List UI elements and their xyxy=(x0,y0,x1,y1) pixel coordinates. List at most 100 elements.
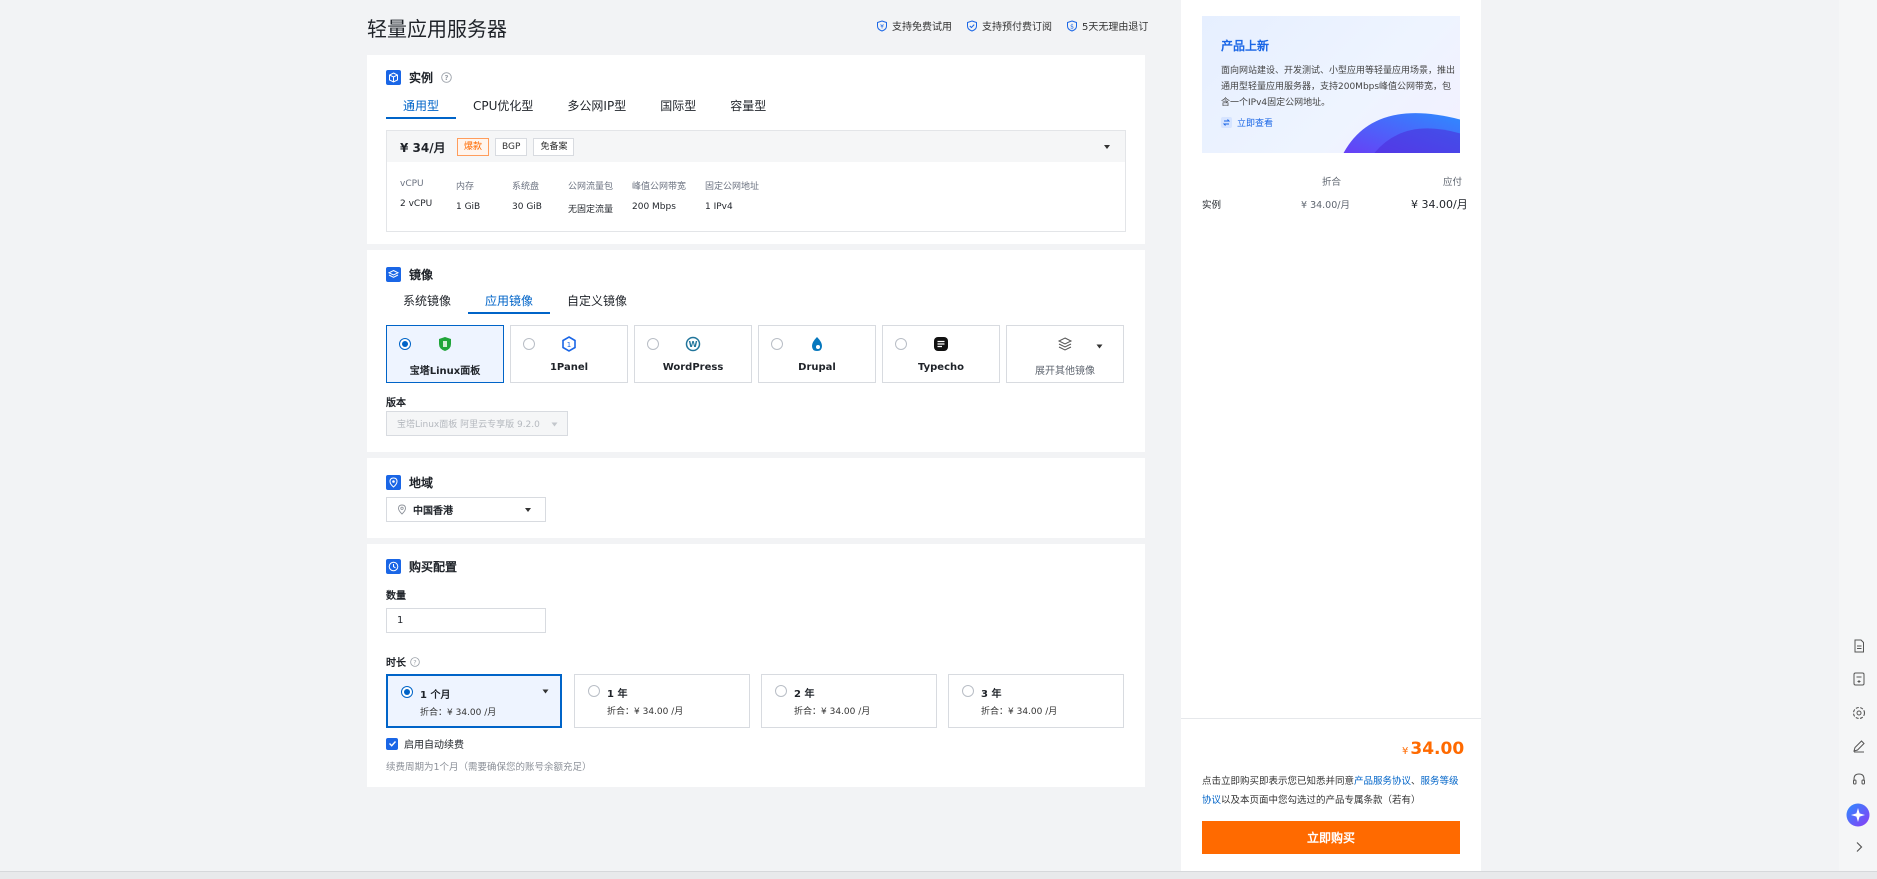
duration-1-month-price: 折合：¥ 34.00 /月 xyxy=(420,708,497,718)
page-title: 轻量应用服务器 xyxy=(367,17,507,41)
image-card-wordpress-label: WordPress xyxy=(662,362,724,373)
ai-assistant-icon[interactable] xyxy=(1846,803,1870,827)
caret-down-icon xyxy=(551,422,558,427)
quantity-value: 1 xyxy=(397,615,404,626)
typecho-logo-icon xyxy=(934,337,948,351)
plan-card[interactable]: ¥ 34/月 爆款 BGP 免备案 vCPU 2 vCPU 内存 1 GiB 系统盘… xyxy=(386,130,1126,232)
svg-text:1: 1 xyxy=(567,341,571,349)
tab-system-image[interactable]: 系统镜像 xyxy=(386,290,468,314)
radio-2-years[interactable] xyxy=(775,685,787,697)
radio-baota[interactable] xyxy=(399,338,411,350)
drupal-logo-icon xyxy=(812,337,822,351)
duration-2-years[interactable]: 2 年 折合：¥ 34.00 /月 xyxy=(761,674,937,728)
svg-text:?: ? xyxy=(413,659,416,666)
tab-capacity[interactable]: 容量型 xyxy=(713,95,783,119)
radio-1panel[interactable] xyxy=(523,338,535,350)
duration-3-years-label: 3 年 xyxy=(981,689,1002,700)
tab-custom-image[interactable]: 自定义镜像 xyxy=(550,290,644,314)
image-card-drupal[interactable]: Drupal xyxy=(758,325,876,383)
duration-1-year[interactable]: 1 年 折合：¥ 34.00 /月 xyxy=(574,674,750,728)
radio-typecho[interactable] xyxy=(895,338,907,350)
spec-memory: 内存 1 GiB xyxy=(456,182,481,212)
help-icon[interactable]: ? xyxy=(410,656,420,667)
svg-text:?: ? xyxy=(444,74,448,82)
horizontal-scrollbar[interactable] xyxy=(0,871,1877,879)
help-icon[interactable]: ? xyxy=(441,72,452,83)
radio-3-years[interactable] xyxy=(962,685,974,697)
quantity-label: 数量 xyxy=(386,591,406,602)
promo-decoration xyxy=(1343,113,1460,153)
radio-1-month[interactable] xyxy=(401,686,413,698)
summary-row-name: 实例 xyxy=(1202,200,1222,211)
promo-link[interactable]: 立即查看 xyxy=(1221,116,1273,129)
image-card-typecho[interactable]: Typecho xyxy=(882,325,1000,383)
caret-down-icon xyxy=(1096,344,1103,349)
image-card-baota-label: 宝塔Linux面板 xyxy=(409,366,481,377)
stack-icon xyxy=(1057,337,1073,351)
promo-banner[interactable]: 产品上新 面向网站建设、开发测试、小型应用等轻量应用场景，推出通用型轻量应用服务… xyxy=(1202,16,1460,153)
spec-traffic: 公网流量包 无固定流量 xyxy=(568,182,614,215)
document-icon[interactable] xyxy=(1851,638,1867,654)
total-price: ¥ 34.00 xyxy=(1402,739,1464,759)
purchase-section: 购买配置 xyxy=(367,544,1145,787)
total-currency: ¥ xyxy=(1402,746,1409,757)
headset-icon[interactable] xyxy=(1851,771,1867,787)
duration-1-month[interactable]: 1 个月 折合：¥ 34.00 /月 xyxy=(386,674,562,728)
expand-more-images[interactable]: 展开其他镜像 xyxy=(1006,325,1124,383)
plan-card-header[interactable]: ¥ 34/月 爆款 BGP 免备案 xyxy=(387,131,1125,162)
summary-col-payable: 应付 xyxy=(1443,177,1463,188)
tab-general[interactable]: 通用型 xyxy=(386,95,457,119)
swap-icon xyxy=(1221,117,1232,128)
image-card-typecho-label: Typecho xyxy=(917,362,964,373)
service-agreement-link[interactable]: 产品服务协议 xyxy=(1354,776,1411,787)
auto-renew-row[interactable]: 启用自动续费 xyxy=(386,736,464,751)
spec-disk: 系统盘 30 GiB xyxy=(512,182,542,212)
image-card-baota[interactable]: 宝塔Linux面板 xyxy=(386,325,504,383)
radio-1-year[interactable] xyxy=(588,685,600,697)
tab-international[interactable]: 国际型 xyxy=(643,95,713,119)
image-title: 镜像 xyxy=(409,268,434,282)
version-value: 宝塔Linux面板 阿里云专享版 9.2.0 xyxy=(397,420,540,430)
image-tabs: 系统镜像 应用镜像 自定义镜像 xyxy=(386,290,644,314)
image-header: 镜像 xyxy=(386,266,433,283)
clock-icon xyxy=(386,559,401,574)
tab-app-image[interactable]: 应用镜像 xyxy=(468,290,551,314)
duration-2-years-price: 折合：¥ 34.00 /月 xyxy=(794,707,871,717)
caret-down-icon[interactable] xyxy=(1103,144,1111,150)
radio-wordpress[interactable] xyxy=(647,338,659,350)
buy-now-button[interactable]: 立即购买 xyxy=(1202,821,1460,854)
duration-1-year-label: 1 年 xyxy=(607,689,628,700)
auto-renew-label: 启用自动续费 xyxy=(404,740,464,751)
image-card-1panel-label: 1Panel xyxy=(549,362,589,373)
region-title: 地域 xyxy=(409,476,434,490)
edit-icon[interactable] xyxy=(1851,738,1867,754)
calculator-icon[interactable] xyxy=(1851,671,1867,687)
tab-cpu-optimized[interactable]: CPU优化型 xyxy=(456,95,550,119)
image-card-wordpress[interactable]: W WordPress xyxy=(634,325,752,383)
tag-bgp: BGP xyxy=(495,138,528,156)
duration-1-month-label: 1 个月 xyxy=(420,690,451,701)
auto-renew-checkbox[interactable] xyxy=(386,737,398,750)
plan-price: ¥ 34/月 xyxy=(400,141,446,155)
instance-tabs: 通用型 CPU优化型 多公网IP型 国际型 容量型 xyxy=(386,95,783,119)
spec-vcpu: vCPU 2 vCPU xyxy=(400,179,433,209)
duration-header: 时长 ? xyxy=(386,654,420,669)
duration-1-year-price: 折合：¥ 34.00 /月 xyxy=(607,707,684,717)
renew-note: 续费周期为1个月（需要确保您的账号余额充足） xyxy=(386,762,592,773)
layers-icon xyxy=(386,267,401,282)
refund-shield-icon: $ xyxy=(1067,19,1077,32)
quantity-input[interactable]: 1 xyxy=(386,608,546,633)
radio-drupal[interactable] xyxy=(771,338,783,350)
total-amount: 34.00 xyxy=(1410,739,1465,759)
caret-down-icon xyxy=(542,689,549,694)
svg-text:$: $ xyxy=(1070,23,1074,30)
chevron-right-icon[interactable] xyxy=(1851,839,1867,855)
image-card-1panel[interactable]: 1 1Panel xyxy=(510,325,628,383)
summary-row-payable: ¥ 34.00/月 xyxy=(1411,198,1468,211)
duration-3-years[interactable]: 3 年 折合：¥ 34.00 /月 xyxy=(948,674,1124,728)
image-card-drupal-label: Drupal xyxy=(798,362,836,373)
settings-icon[interactable] xyxy=(1851,705,1867,721)
region-select[interactable]: 中国香港 xyxy=(386,497,546,522)
version-select[interactable]: 宝塔Linux面板 阿里云专享版 9.2.0 xyxy=(386,411,568,436)
tab-multi-ip[interactable]: 多公网IP型 xyxy=(550,95,643,119)
